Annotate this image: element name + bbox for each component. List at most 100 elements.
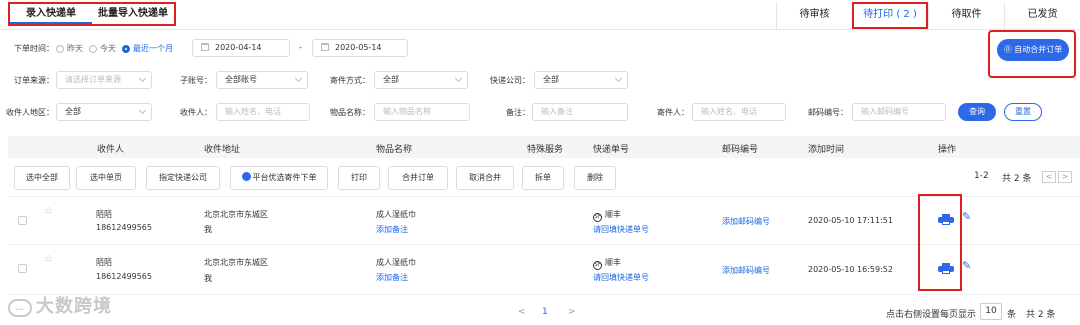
add-remark-link[interactable]: 添加备注 <box>376 272 408 283</box>
star-icon[interactable]: ☆ <box>44 206 53 217</box>
add-postal-link[interactable]: 添加邮码编号 <box>722 216 770 227</box>
col-add-time: 添加时间 <box>808 145 845 155</box>
order-source-select[interactable]: 请选择订单来源 <box>56 71 152 89</box>
cancel-merge-button[interactable]: 取消合并 <box>456 166 514 190</box>
radio-today[interactable] <box>89 44 97 53</box>
col-item: 物品名称 <box>376 145 413 155</box>
send-method-select[interactable]: 全部 <box>374 71 468 89</box>
delete-button[interactable]: 删除 <box>574 166 616 190</box>
page-size-label: 点击右侧设置每页显示 <box>886 310 977 320</box>
table-header: 收件人 收件地址 物品名称 特殊服务 快递单号 邮码编号 添加时间 操作 <box>8 136 1080 158</box>
edit-icon[interactable]: ✎ <box>962 259 971 272</box>
query-button[interactable]: 查询 <box>958 103 996 121</box>
postal-label: 邮码编号： <box>808 108 848 117</box>
date-from-input[interactable]: 2020-04-14 <box>192 39 290 57</box>
print-button[interactable]: 打印 <box>338 166 380 190</box>
remark-label: 备注： <box>506 108 530 117</box>
postal-input[interactable]: 输入邮码编号 <box>852 103 946 121</box>
sender-label: 寄件人： <box>657 108 689 117</box>
top-divider <box>0 29 1080 30</box>
chevron-down-icon <box>138 74 147 83</box>
recipient-address: 北京北京市东城区 <box>204 210 268 219</box>
print-actions-highlight <box>918 194 962 291</box>
next-page-small[interactable]: > <box>1058 171 1072 183</box>
page-size-input[interactable]: 10 <box>980 303 1002 320</box>
print-icon[interactable] <box>938 263 954 274</box>
checkbox-icon[interactable] <box>18 264 27 273</box>
courier-label: 快递公司： <box>490 76 530 85</box>
print-icon[interactable] <box>938 214 954 225</box>
item-name-input[interactable]: 输入物品名称 <box>374 103 470 121</box>
sub-account-label: 子账号： <box>180 76 212 85</box>
select-page-button[interactable]: 选中单页 <box>76 166 136 190</box>
radio-yesterday[interactable] <box>56 44 64 53</box>
add-time: 2020-05-10 17:11:51 <box>808 216 893 225</box>
page-number-1[interactable]: 1 <box>542 307 548 317</box>
courier-name: SF 顺丰 <box>593 258 621 270</box>
entry-tabs: 录入快递单 批量导入快递单 <box>8 2 176 26</box>
prev-page-small[interactable]: < <box>1042 171 1056 183</box>
col-special-service: 特殊服务 <box>527 145 564 155</box>
tab-batch-import[interactable]: 批量导入快递单 <box>92 4 174 24</box>
recipient-label: 收件人： <box>180 108 212 117</box>
recipient-phone: 18612499565 <box>96 223 152 232</box>
tab-manual-entry[interactable]: 录入快递单 <box>10 4 92 24</box>
edit-icon[interactable]: ✎ <box>962 210 971 223</box>
item-name-label: 物品名称： <box>330 108 370 117</box>
page-size-unit: 条 <box>1007 310 1017 320</box>
tab-pending-print[interactable]: 待打印 ( 2 ) <box>852 2 928 29</box>
tab-pending-pickup[interactable]: 待取件 <box>928 2 1004 29</box>
row-divider <box>8 294 1080 295</box>
checkbox-icon[interactable] <box>18 216 27 225</box>
calendar-icon <box>201 43 209 51</box>
auto-merge-highlight: ⓪ 自动合并订单 <box>988 30 1076 78</box>
remark-input[interactable]: 输入备注 <box>532 103 628 121</box>
assign-courier-button[interactable]: 指定快递公司 <box>146 166 220 190</box>
platform-order-button[interactable]: 平台优选寄件下单 <box>230 166 328 190</box>
prev-page-button[interactable]: < <box>518 307 526 317</box>
add-postal-link[interactable]: 添加邮码编号 <box>722 265 770 276</box>
auto-merge-button[interactable]: ⓪ 自动合并订单 <box>997 39 1069 61</box>
item-name: 成人湿纸巾 <box>376 210 416 219</box>
radio-last-month-label[interactable]: 最近一个月 <box>133 43 173 54</box>
order-source-label: 订单来源： <box>14 76 54 85</box>
recipient-phone: 18612499565 <box>96 272 152 281</box>
date-to-input[interactable]: 2020-05-14 <box>312 39 408 57</box>
send-method-label: 寄件方式： <box>330 76 370 85</box>
recipient-address: 北京北京市东城区 <box>204 258 268 267</box>
question-circle-icon: ⓪ <box>1003 45 1012 54</box>
col-tracking: 快递单号 <box>593 145 630 155</box>
region-label: 收件人地区： <box>6 108 54 117</box>
date-separator: - <box>299 43 302 52</box>
page-range: 1-2 <box>974 171 989 181</box>
sf-express-icon: SF <box>593 261 602 270</box>
tab-shipped[interactable]: 已发货 <box>1004 2 1080 29</box>
chevron-down-icon <box>138 106 147 115</box>
radio-today-label[interactable]: 今天 <box>100 43 116 54</box>
radio-last-month[interactable] <box>122 44 130 53</box>
next-page-button[interactable]: > <box>568 307 576 317</box>
star-icon[interactable]: ☆ <box>44 254 53 265</box>
region-select[interactable]: 全部 <box>56 103 152 121</box>
tab-pending-review[interactable]: 待审核 <box>776 2 852 29</box>
recipient-address-detail: 我 <box>204 225 212 234</box>
fill-tracking-link[interactable]: 请回填快递单号 <box>593 224 649 235</box>
courier-select[interactable]: 全部 <box>534 71 628 89</box>
sub-account-select[interactable]: 全部账号 <box>216 71 308 89</box>
reset-button[interactable]: 重置 <box>1004 103 1042 121</box>
chevron-down-icon <box>614 74 623 83</box>
select-all-button[interactable]: 选中全部 <box>14 166 70 190</box>
recipient-input[interactable]: 输入姓名、电话 <box>216 103 310 121</box>
fill-tracking-link[interactable]: 请回填快递单号 <box>593 272 649 283</box>
add-remark-link[interactable]: 添加备注 <box>376 224 408 235</box>
sf-express-icon: SF <box>593 213 602 222</box>
sender-input[interactable]: 输入姓名、电话 <box>692 103 786 121</box>
radio-yesterday-label[interactable]: 昨天 <box>67 43 83 54</box>
page-total: 共 2 条 <box>1002 174 1032 184</box>
split-order-button[interactable]: 拆单 <box>522 166 564 190</box>
calendar-icon <box>321 43 329 51</box>
status-tabs: 待审核 待打印 ( 2 ) 待取件 已发货 <box>776 2 1080 29</box>
merge-order-button[interactable]: 合并订单 <box>388 166 448 190</box>
time-radio-group: 昨天 今天 最近一个月 <box>56 43 179 54</box>
chevron-down-icon <box>294 74 303 83</box>
